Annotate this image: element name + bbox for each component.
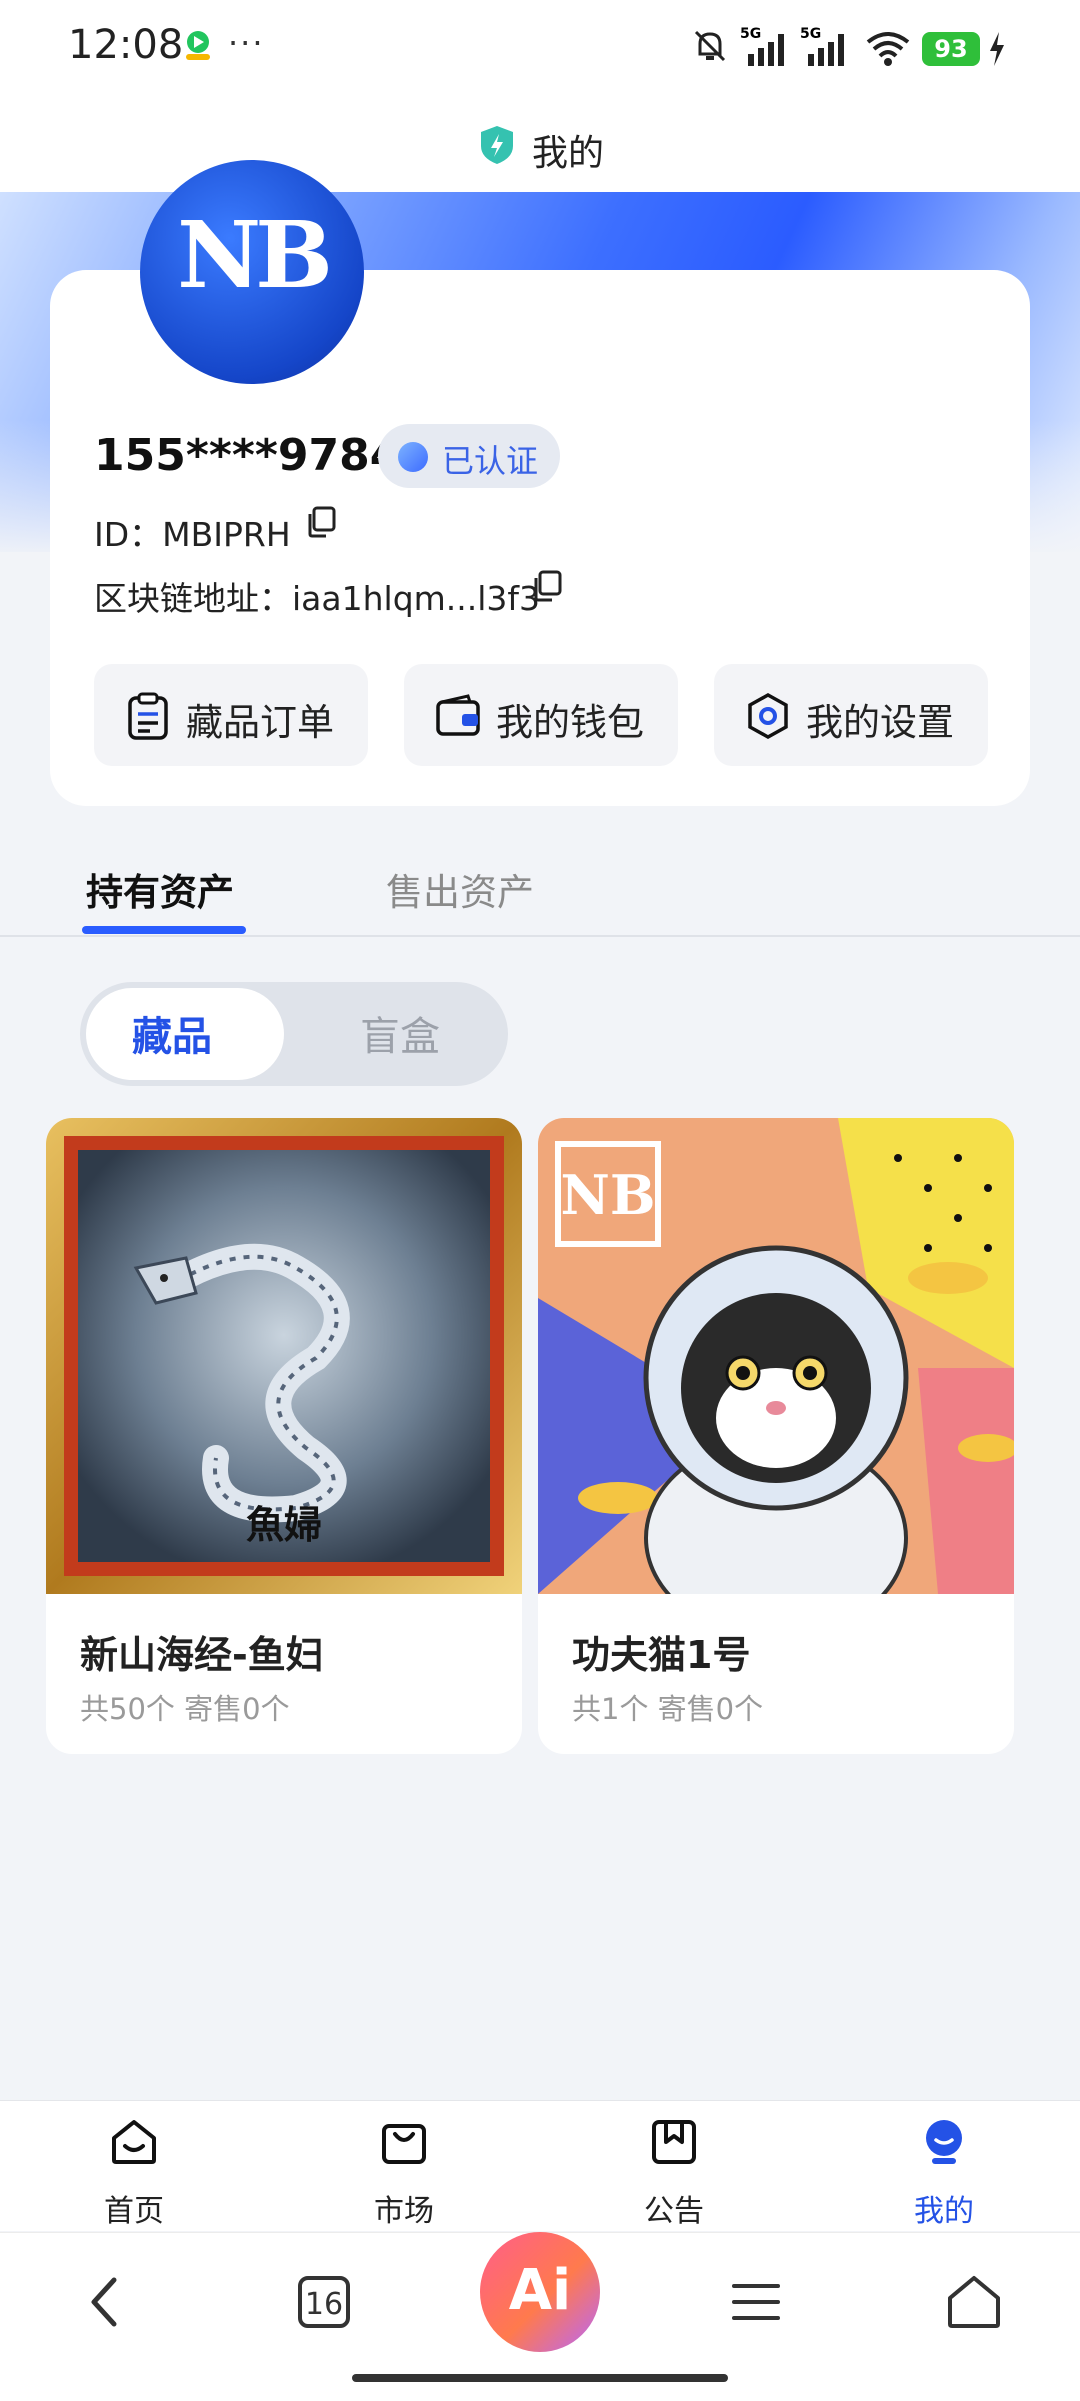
chain-address-label: 区块链地址： <box>94 579 292 618</box>
orders-button[interactable]: 藏品订单 <box>94 664 368 766</box>
home-smile-icon <box>108 2116 160 2168</box>
svg-text:5G: 5G <box>740 26 761 42</box>
nav-mine-label: 我的 <box>914 2194 974 2229</box>
wallet-button[interactable]: 我的钱包 <box>404 664 678 766</box>
app-notification-icon <box>180 28 216 64</box>
nav-notice[interactable]: 公告 <box>604 2116 744 2229</box>
collectible-card[interactable]: 魚婦 新山海经-鱼妇 共50个 寄售0个 <box>46 1118 522 1754</box>
user-id-label: ID： <box>94 515 163 554</box>
settings-label: 我的设置 <box>806 701 954 744</box>
battery-level: 93 <box>922 32 980 66</box>
tab-sold[interactable]: 售出资产 <box>386 862 534 916</box>
settings-icon <box>744 692 792 740</box>
back-icon[interactable] <box>66 2262 146 2342</box>
collectible-title: 功夫猫1号 <box>572 1633 751 1677</box>
home-indicator[interactable] <box>352 2374 728 2382</box>
home-icon[interactable] <box>934 2262 1014 2342</box>
segment-collectibles-label[interactable]: 藏品 <box>132 1004 212 1062</box>
mute-icon <box>690 26 730 66</box>
ai-button[interactable]: Ai <box>480 2232 600 2352</box>
collectible-card[interactable]: NB 功夫猫1号 共1个 寄售0个 <box>538 1118 1014 1754</box>
nav-home-label: 首页 <box>104 2194 164 2229</box>
signal-icon-1: 5G <box>740 24 796 68</box>
user-phone: 155****9784 <box>94 430 401 481</box>
tabs-button[interactable]: 16 <box>284 2262 364 2342</box>
svg-text:16: 16 <box>305 2287 343 2322</box>
user-id-row: ID：MBIPRH <box>94 508 291 556</box>
shield-icon <box>478 124 516 166</box>
nav-notice-label: 公告 <box>644 2194 704 2229</box>
verified-icon <box>398 442 428 472</box>
page-title: 我的 <box>532 133 605 174</box>
shopping-bag-icon <box>378 2116 430 2168</box>
verified-label: 已认证 <box>442 442 539 480</box>
collectible-meta: 共1个 寄售0个 <box>572 1692 764 1726</box>
status-more: ··· <box>228 24 265 62</box>
clipboard-icon <box>124 692 172 740</box>
wallet-label: 我的钱包 <box>496 701 644 744</box>
bookmark-icon <box>648 2116 700 2168</box>
user-icon <box>918 2116 970 2168</box>
signal-icon-2: 5G <box>800 24 856 68</box>
wallet-icon <box>434 692 482 740</box>
segment-blindbox-label[interactable]: 盲盒 <box>360 1004 440 1062</box>
nav-market-label: 市场 <box>374 2194 434 2229</box>
wifi-icon <box>864 28 912 68</box>
copy-id-icon[interactable] <box>306 506 336 538</box>
avatar-logo: NB <box>177 201 333 309</box>
tab-divider <box>0 935 1080 937</box>
collectible-image: 魚婦 <box>46 1118 522 1594</box>
avatar[interactable]: NB <box>140 160 364 384</box>
svg-text:5G: 5G <box>800 26 821 42</box>
tab-holdings[interactable]: 持有资产 <box>86 862 234 916</box>
chain-address-value: iaa1hlqm...l3f3 <box>292 579 541 618</box>
status-time: 12:08 <box>68 22 184 68</box>
collectible-image: NB <box>538 1118 1014 1640</box>
tab-active-indicator <box>82 926 246 934</box>
chain-address-row: 区块链地址：iaa1hlqm...l3f3 <box>94 572 540 620</box>
svg-text:NB: NB <box>560 1163 655 1227</box>
copy-address-icon[interactable] <box>532 570 562 602</box>
nav-market[interactable]: 市场 <box>334 2116 474 2229</box>
nav-mine[interactable]: 我的 <box>874 2116 1014 2229</box>
verified-badge: 已认证 <box>378 424 560 488</box>
menu-icon[interactable] <box>716 2262 796 2342</box>
collectible-title: 新山海经-鱼妇 <box>80 1633 324 1677</box>
settings-button[interactable]: 我的设置 <box>714 664 988 766</box>
nav-home[interactable]: 首页 <box>64 2116 204 2229</box>
svg-text:魚婦: 魚婦 <box>246 1502 322 1547</box>
collectible-meta: 共50个 寄售0个 <box>80 1692 290 1726</box>
user-id-value: MBIPRH <box>162 515 291 554</box>
charging-icon <box>988 32 1006 66</box>
orders-label: 藏品订单 <box>186 701 334 744</box>
